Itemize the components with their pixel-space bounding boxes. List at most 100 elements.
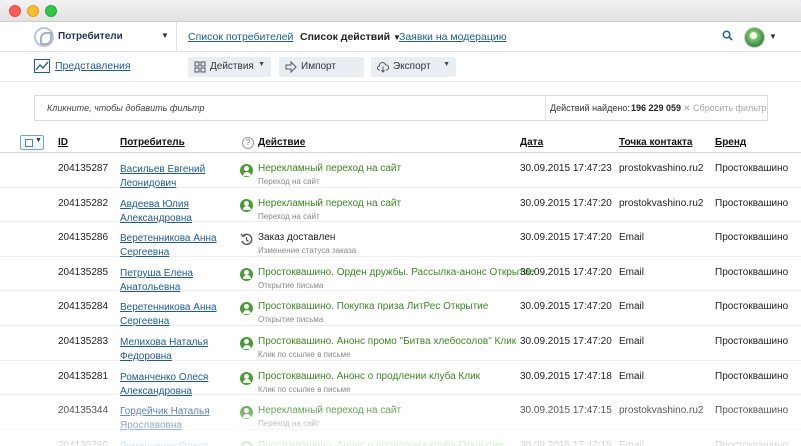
row-date: 30.09.2015 17:47:20 (520, 232, 612, 244)
filter-bar[interactable]: Кликните, чтобы добавить фильтр Действий… (34, 95, 768, 121)
row-brand: Простоквашино (715, 232, 789, 244)
action-title: Заказ доставлен (258, 232, 336, 244)
chevron-down-icon[interactable]: ▼ (161, 31, 169, 40)
person-icon (240, 337, 253, 350)
row-brand: Простоквашино (715, 336, 789, 347)
row-date: 30.09.2015 17:47:23 (520, 163, 612, 174)
filter-divider (545, 96, 546, 120)
row-date: 30.09.2015 17:47:20 (520, 197, 612, 209)
table-row[interactable]: 204135282 Авдеева Юлия Александровна Нерек… (0, 188, 801, 224)
row-contact: Email (619, 336, 645, 347)
person-icon (240, 371, 253, 385)
table-row[interactable]: 204135286 Веретенникова Анна Сергеевна Зак… (0, 222, 801, 258)
row-date: 30.09.2015 17:47:20 (520, 301, 612, 313)
select-all-dropdown[interactable]: ▼ (20, 135, 44, 150)
row-date: 30.09.2015 17:47:15 (520, 405, 612, 417)
search-icon[interactable] (722, 30, 733, 41)
column-header-consumer[interactable]: Потребитель (120, 137, 185, 148)
action-title: Простоквашино. Анонс о продлении клуба О… (258, 439, 504, 446)
action-title: Нерекламный переход на сайт (258, 197, 402, 209)
row-date: 30.09.2015 17:47:20 (520, 336, 612, 347)
table-row[interactable]: 204135280 Романченко Олеся Александровна П… (0, 430, 801, 446)
column-header-action[interactable]: Действие (258, 137, 305, 148)
row-id: 204135282 (58, 197, 109, 209)
user-avatar[interactable] (744, 27, 765, 48)
row-brand: Простоквашино (715, 197, 789, 209)
row-brand: Простоквашино (715, 266, 789, 278)
action-subtitle: Открытие письма (258, 280, 324, 290)
minimize-window-button[interactable] (27, 5, 39, 17)
action-title: Нерекламный переход на сайт (258, 163, 402, 174)
action-subtitle: Переход на сайт (258, 177, 320, 186)
help-icon[interactable]: ? (242, 137, 254, 149)
row-brand: Простоквашино (715, 405, 789, 417)
row-contact: Email (619, 370, 645, 382)
import-arrow-icon (285, 61, 297, 73)
consumer-link[interactable]: Романченко Олеся Александровна (120, 440, 230, 446)
row-id: 204135281 (58, 370, 109, 382)
row-id: 204135287 (58, 163, 109, 174)
action-title: Простоквашино. Орден дружбы. Рассылка-ан… (258, 266, 535, 278)
delivery-icon (240, 233, 253, 246)
table-row[interactable]: 204135283 Мелихова Наталья Федоровна Прост… (0, 326, 801, 362)
row-brand: Простоквашино (715, 439, 789, 446)
nav-link-consumers[interactable]: Список потребителей (188, 31, 293, 43)
row-id: 204135283 (58, 336, 109, 347)
actions-dropdown-button[interactable]: Действия ▼ (188, 57, 271, 77)
row-brand: Простоквашино (715, 370, 789, 382)
views-link[interactable]: Представления (55, 60, 131, 72)
row-contact: Email (619, 232, 645, 244)
chevron-down-icon: ▼ (258, 61, 265, 68)
row-contact: Email (619, 266, 645, 278)
app-logo-icon (34, 27, 54, 47)
column-header-id[interactable]: ID (58, 137, 68, 148)
top-navigation: Потребители ▼ Список потребителей Список… (0, 22, 801, 52)
chevron-down-icon[interactable]: ▼ (35, 137, 42, 144)
column-header-date[interactable]: Дата (520, 137, 543, 148)
reset-filter-button[interactable]: ✕ Сбросить фильтр (683, 103, 766, 114)
table-row[interactable]: 204135287 Васильев Евгений Леонидович Нере… (0, 153, 801, 189)
row-date: 30.09.2015 17:47:20 (520, 266, 612, 278)
select-all-checkbox[interactable] (25, 139, 33, 147)
nav-link-moderation[interactable]: Заявки на модерацию (399, 31, 507, 43)
row-contact: Email (619, 301, 645, 313)
column-header-contact[interactable]: Точка контакта (619, 137, 692, 148)
person-icon (240, 198, 253, 212)
nav-divider (176, 22, 177, 52)
table-row[interactable]: 204135285 Петруша Елена Анатольевна Просто… (0, 257, 801, 293)
app-switcher-label[interactable]: Потребители (58, 31, 123, 42)
table-row[interactable]: 204135284 Веретенникова Анна Сергеевна Про… (0, 291, 801, 327)
row-contact: prostokvashino.ru2 (619, 405, 704, 417)
person-icon (240, 302, 253, 316)
row-date: 30.09.2015 17:47:15 (520, 439, 612, 446)
action-title: Простоквашино. Анонс промо "Битва хлебос… (258, 336, 517, 347)
close-window-button[interactable] (9, 5, 21, 17)
column-header-brand[interactable]: Бренд (715, 137, 746, 148)
action-subtitle: Переход на сайт (258, 211, 320, 221)
row-brand: Простоквашино (715, 163, 789, 174)
export-dropdown-button[interactable]: Экспорт ▼ (371, 57, 456, 77)
row-id: 204135280 (58, 439, 109, 446)
table-row[interactable]: 204135344 Гордейчик Наталья Ярославовна Не… (0, 395, 801, 431)
person-icon (240, 267, 253, 281)
toolbar: Представления Действия ▼ Импорт Экспорт … (0, 52, 801, 82)
action-subtitle: Клик по ссылке в письме (258, 350, 351, 359)
row-id: 204135285 (58, 266, 109, 278)
import-button-label: Импорт (301, 61, 336, 72)
action-title: Простоквашино. Анонс о продлении клуба К… (258, 370, 481, 382)
row-date: 30.09.2015 17:47:18 (520, 370, 612, 382)
row-brand: Простоквашино (715, 301, 789, 313)
grid-icon (194, 61, 206, 73)
found-label: Действий найдено: (550, 103, 630, 113)
row-contact: prostokvashino.ru2 (619, 163, 704, 174)
import-button[interactable]: Импорт (279, 57, 364, 77)
chevron-down-icon: ▼ (443, 61, 450, 68)
chevron-down-icon[interactable]: ▼ (769, 32, 777, 41)
add-filter-hint[interactable]: Кликните, чтобы добавить фильтр (47, 103, 205, 113)
nav-link-actions[interactable]: Список действий ▼ (300, 31, 401, 43)
app-window: Потребители ▼ Список потребителей Список… (0, 0, 801, 446)
action-subtitle: Переход на сайт (258, 419, 320, 429)
table-row[interactable]: 204135281 Романченко Олеся Александровна П… (0, 361, 801, 397)
found-count: 196 229 059 (631, 103, 682, 113)
maximize-window-button[interactable] (45, 5, 57, 17)
